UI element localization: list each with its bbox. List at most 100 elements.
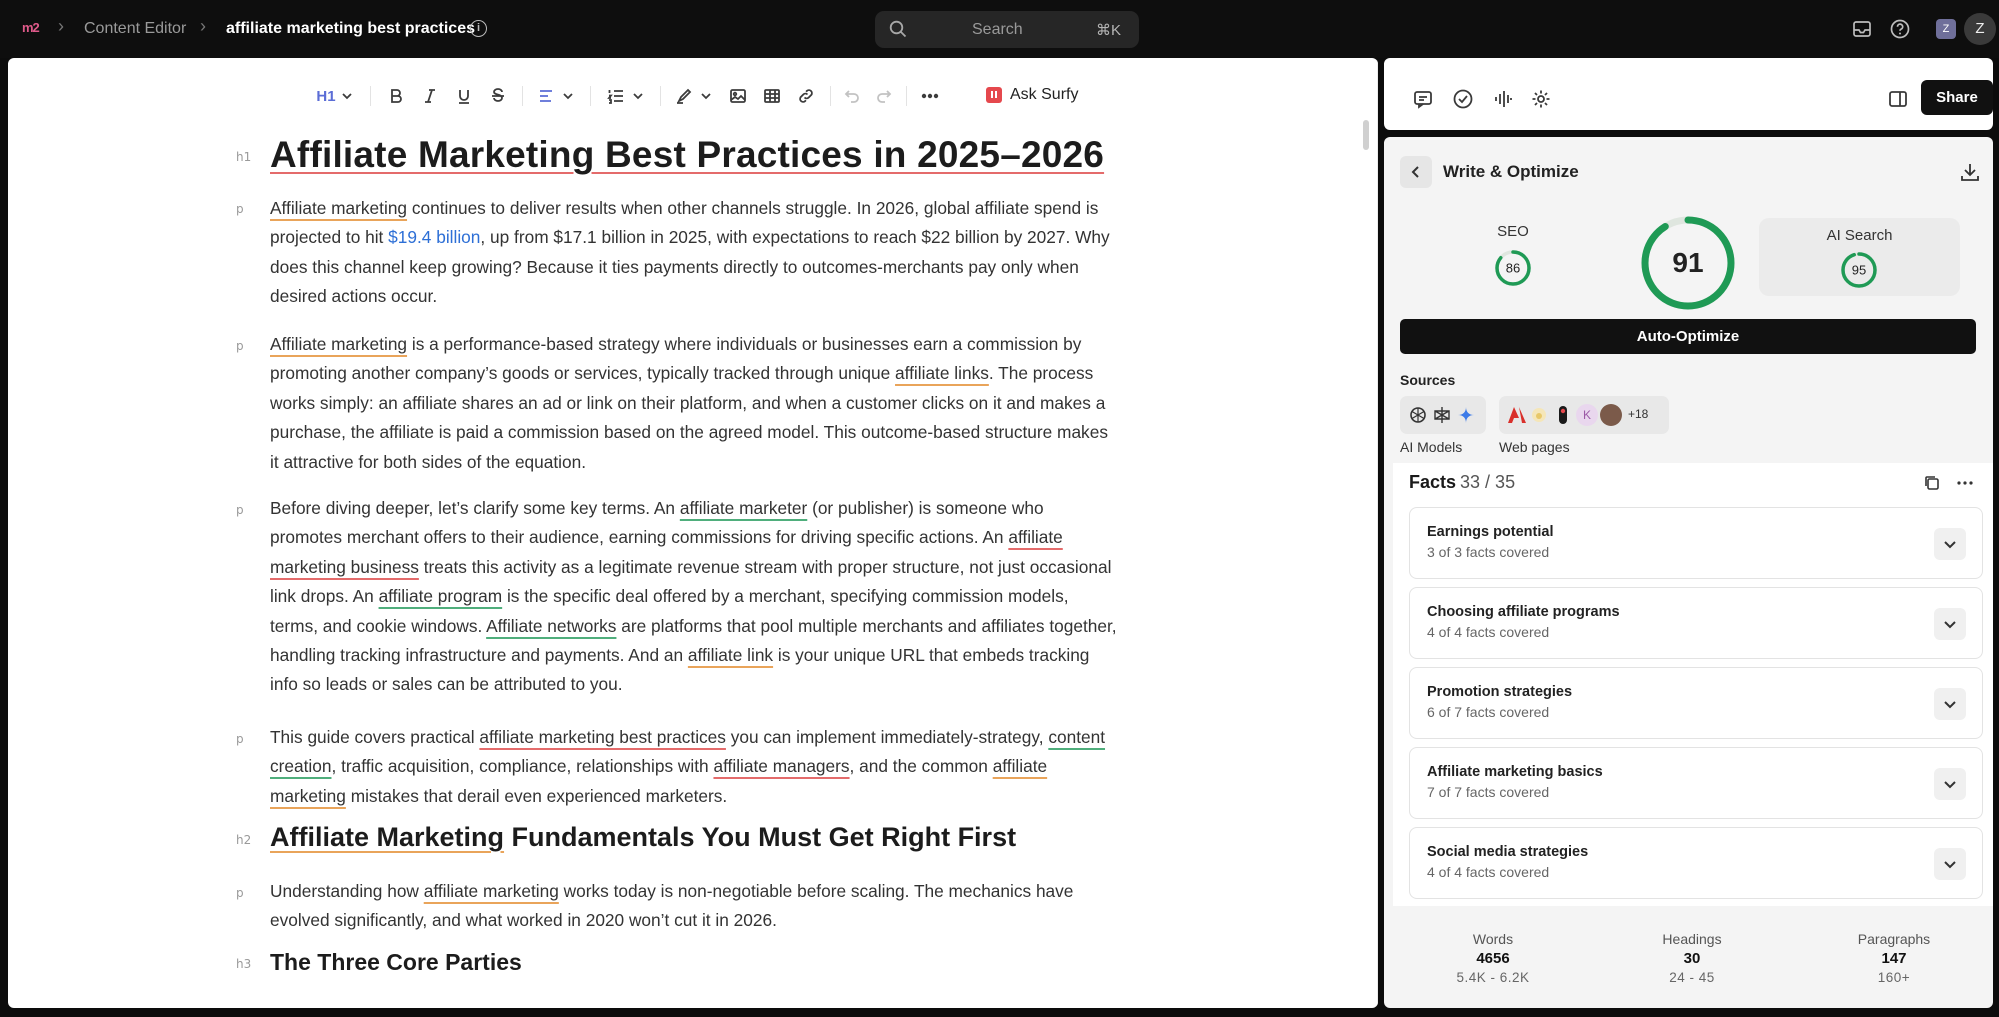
fact-group[interactable]: Social media strategies 4 of 4 facts cov… [1409,827,1983,899]
paragraph-text: you can implement immediately-strategy, [725,727,1049,747]
link-icon [799,89,813,103]
keyword-affiliate-marketing: Affiliate Marketing [270,822,505,852]
paragraph-text: Before diving deeper, let’s clarify some… [270,498,680,518]
help-icon[interactable] [1889,18,1911,40]
document-title[interactable]: affiliate marketing best practices [226,20,475,38]
paragraph[interactable]: Understanding how affiliate marketing wo… [270,877,1120,936]
auto-optimize-button[interactable]: Auto-Optimize [1400,319,1976,354]
ask-surfy-button[interactable]: Ask Surfy [986,82,1078,108]
undo-button[interactable] [840,84,864,108]
checks-button[interactable] [1452,88,1474,110]
strikethrough-button[interactable] [486,84,510,108]
check-circle-icon [1453,89,1473,109]
more-horizontal-icon[interactable] [1956,474,1974,492]
inbox-icon[interactable] [1851,18,1873,40]
facts-count: 33 / 35 [1460,472,1516,492]
toolbar-divider [590,86,591,106]
insert-table-button[interactable] [760,84,784,108]
keyword-affiliate-marketing: affiliate marketing [423,881,559,901]
redo-icon [877,90,892,103]
sheep-icon [1532,408,1546,422]
expand-button[interactable] [1934,848,1966,880]
paragraph[interactable]: This guide covers practical affiliate ma… [270,723,1120,811]
info-icon[interactable]: i [470,20,487,37]
comment-icon [1414,91,1432,109]
keyword-affiliate-marketing-best-practices: affiliate marketing best practices [479,727,726,747]
download-icon[interactable] [1959,161,1981,183]
fact-group[interactable]: Promotion strategies 6 of 7 facts covere… [1409,667,1983,739]
workspace-badge[interactable]: Z [1936,19,1956,39]
paragraph[interactable]: Before diving deeper, let’s clarify some… [270,494,1120,700]
underline-button[interactable] [452,84,476,108]
insert-link-button[interactable] [794,84,818,108]
italic-icon [425,89,435,103]
panel-title: Write & Optimize [1443,162,1579,181]
search-shortcut: ⌘K [1095,22,1121,39]
share-button[interactable]: Share [1921,80,1993,115]
heading-select[interactable]: H1 [310,84,360,108]
fact-group[interactable]: Choosing affiliate programs 4 of 4 facts… [1409,587,1983,659]
user-avatar[interactable]: Z [1964,13,1996,45]
inline-link[interactable]: $19.4 billion [388,227,480,247]
block-tag-p: p [236,339,244,353]
chevron-down-icon [1944,861,1956,869]
document-heading-h1[interactable]: Affiliate Marketing Best Practices in 20… [270,134,1104,176]
audio-button[interactable] [1492,88,1514,110]
ai-models-sources[interactable] [1400,396,1486,434]
sources-more-count: +18 [1628,407,1649,421]
chevron-down-icon [633,93,643,100]
fact-group[interactable]: Earnings potential 3 of 3 facts covered [1409,507,1983,579]
fact-group-coverage: 7 of 7 facts covered [1427,784,1550,800]
back-button[interactable] [1400,156,1432,188]
seo-score-card[interactable]: SEO 86 [1439,223,1587,297]
expand-button[interactable] [1934,688,1966,720]
toggle-sidebar-button[interactable] [1887,88,1909,110]
bold-button[interactable] [384,84,408,108]
source-avatar-photo [1600,404,1622,426]
highlight-select[interactable] [672,84,716,108]
paragraph[interactable]: Affiliate marketing is a performance-bas… [270,330,1120,477]
image-icon [730,89,746,103]
list-select[interactable] [604,84,648,108]
paragraph[interactable]: Affiliate marketing continues to deliver… [270,194,1120,312]
search-placeholder: Search [972,21,1023,38]
stat-label: Words [1472,931,1514,947]
numbered-list-icon [607,90,623,104]
fact-group-title: Social media strategies [1427,844,1589,860]
web-pages-sources[interactable]: K +18 [1499,396,1669,434]
expand-button[interactable] [1934,768,1966,800]
document-heading-h3[interactable]: The Three Core Parties [270,949,522,976]
block-tag-h3: h3 [236,957,252,971]
copy-icon[interactable] [1923,474,1941,492]
keyword-affiliate-networks: Affiliate networks [486,615,617,636]
fact-group[interactable]: Affiliate marketing basics 7 of 7 facts … [1409,747,1983,819]
chevron-down-icon [563,93,573,100]
expand-button[interactable] [1934,528,1966,560]
search-bar[interactable]: Search ⌘K [875,11,1139,48]
italic-button[interactable] [418,84,442,108]
stat-value: 147 [1881,950,1907,967]
keyword-affiliate-links: affiliate links [895,363,989,384]
document-heading-h2[interactable]: Affiliate Marketing Fundamentals You Mus… [270,822,1016,853]
gear-icon [1532,90,1550,108]
editor-scrollbar[interactable] [1363,120,1369,150]
perplexity-icon [1434,407,1450,423]
insert-image-button[interactable] [726,84,750,108]
breadcrumb-content-editor[interactable]: Content Editor [84,20,186,38]
redo-button[interactable] [872,84,896,108]
gemini-icon [1458,407,1474,423]
ai-search-score-card[interactable]: AI Search 95 [1759,218,1960,296]
fact-group-coverage: 3 of 3 facts covered [1427,544,1550,560]
block-tag-p: p [236,886,244,900]
stat-range: 160+ [1877,970,1911,985]
ai-models-label: AI Models [1400,439,1463,455]
align-select[interactable] [534,84,578,108]
sources-label: Sources [1400,372,1456,388]
app-logo[interactable]: m2 [22,20,46,38]
more-options-button[interactable] [918,84,942,108]
toolbar-divider [660,86,661,106]
expand-button[interactable] [1934,608,1966,640]
comments-button[interactable] [1412,88,1434,110]
settings-button[interactable] [1530,88,1552,110]
stat-label: Headings [1662,931,1722,947]
